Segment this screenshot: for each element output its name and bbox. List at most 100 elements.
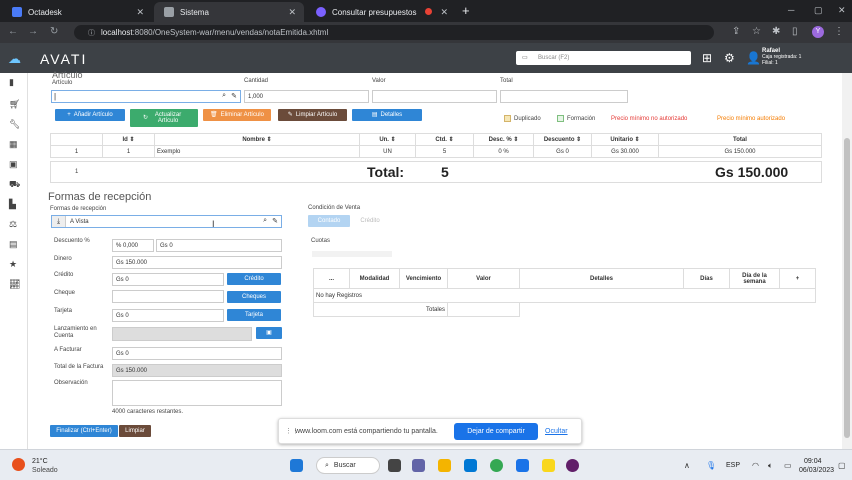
finalizar-button[interactable]: Finalizar (Ctrl+Enter) xyxy=(50,425,118,437)
grid-add-icon[interactable]: ⊞ xyxy=(702,51,712,65)
wifi-icon[interactable]: ◠ xyxy=(752,461,759,470)
clock-date[interactable]: 06/03/2023 xyxy=(799,467,834,474)
sidebar-cubes-icon[interactable]: ▦ xyxy=(9,139,18,150)
slack-icon[interactable] xyxy=(566,459,579,472)
cantidad-input[interactable]: 1,000 xyxy=(244,90,369,103)
limpiar-articulo-button[interactable]: ✎ Limpiar Artículo xyxy=(278,109,347,121)
tarjeta-button[interactable]: Tarjeta xyxy=(227,309,281,321)
minimize-icon[interactable]: ─ xyxy=(788,5,794,15)
edit-icon[interactable]: ✎ xyxy=(272,217,278,225)
edit-icon[interactable]: ✎ xyxy=(231,92,237,100)
sidebar-balance-icon[interactable]: ⚖ xyxy=(9,219,17,230)
page-scrollbar[interactable] xyxy=(842,73,852,449)
volume-icon[interactable]: 🔈︎ xyxy=(768,461,773,471)
sticky-notes-icon[interactable] xyxy=(542,459,555,472)
descuento-gs-input[interactable]: Gs 0 xyxy=(156,239,282,252)
tray-chevron-icon[interactable]: ∧ xyxy=(684,461,690,470)
language-indicator[interactable]: ESP xyxy=(726,462,740,469)
table-header[interactable]: Nombre ⇕ xyxy=(154,133,360,146)
search-icon[interactable]: ⌕ xyxy=(263,217,267,225)
sidebar-industry-icon[interactable]: ▙ xyxy=(9,199,16,210)
forward-icon[interactable]: → xyxy=(28,26,38,37)
table-header[interactable]: Desc. % ⇕ xyxy=(473,133,534,146)
formacion-checkbox[interactable] xyxy=(557,115,564,122)
contado-button[interactable]: Contado xyxy=(308,215,350,227)
table-header[interactable]: Ctd. ⇕ xyxy=(415,133,474,146)
total-input[interactable] xyxy=(500,90,628,103)
table-header[interactable]: Id ⇕ xyxy=(102,133,155,146)
tarjeta-input[interactable]: Gs 0 xyxy=(112,309,224,322)
store-icon[interactable] xyxy=(464,459,477,472)
sidebar-cart-icon[interactable]: 🛒︎ xyxy=(9,99,20,110)
search-icon[interactable]: ⌕ xyxy=(222,92,226,100)
cheques-button[interactable]: Cheques xyxy=(227,291,281,303)
notifications-icon[interactable]: ▢ xyxy=(838,461,846,470)
back-icon[interactable]: ← xyxy=(8,26,18,37)
valor-input[interactable] xyxy=(372,90,497,103)
teams-icon[interactable] xyxy=(412,459,425,472)
credito-input[interactable]: Gs 0 xyxy=(112,273,224,286)
hide-share-link[interactable]: Ocultar xyxy=(545,428,568,435)
sidebar-calculator-icon[interactable]: ▤ xyxy=(9,239,18,250)
new-tab-icon[interactable]: + xyxy=(462,3,470,18)
cheque-input[interactable] xyxy=(112,290,224,303)
battery-icon[interactable]: ▭ xyxy=(784,461,792,470)
table-header[interactable]: Unitario ⇕ xyxy=(591,133,659,146)
add-cuota-header[interactable]: + xyxy=(779,268,816,289)
close-window-icon[interactable]: ✕ xyxy=(838,5,846,16)
profile-avatar-icon[interactable]: Y xyxy=(812,26,824,38)
download-icon[interactable]: ⤓ xyxy=(52,216,66,227)
table-header[interactable]: Un. ⇕ xyxy=(359,133,416,146)
global-search-input[interactable]: ▭ Buscar (F2) xyxy=(516,51,691,65)
articulo-input[interactable]: | ⌕ ✎ xyxy=(51,90,241,103)
credito-venta-button[interactable]: Crédito xyxy=(352,215,388,227)
table-header[interactable]: Descuento ⇕ xyxy=(533,133,592,146)
chrome-icon[interactable] xyxy=(490,459,503,472)
close-tab-icon[interactable]: ✕ xyxy=(288,7,296,18)
close-tab-icon[interactable]: ✕ xyxy=(440,7,448,18)
menu-dots-icon[interactable]: ⋮ xyxy=(834,26,844,37)
bookmark-star-icon[interactable]: ☆ xyxy=(752,26,761,37)
forma-recepcion-input[interactable]: ⤓ A Vista ⌕ ✎ xyxy=(51,215,282,228)
dinero-input[interactable]: Gs 150.000 xyxy=(112,256,282,269)
anadir-articulo-button[interactable]: + Añadir Artículo xyxy=(55,109,125,121)
sidebar-chart-icon[interactable]: 📈︎ xyxy=(9,279,20,290)
maximize-icon[interactable]: ▢ xyxy=(814,5,823,16)
sidebar-wrench-icon[interactable]: 🔧︎ xyxy=(9,119,20,130)
url-bar[interactable]: ⓘ localhost:8080/OneSystem-war/menu/vend… xyxy=(74,25,714,40)
reload-icon[interactable]: ↻ xyxy=(50,26,58,37)
microphone-icon[interactable]: 🎙︎ xyxy=(706,461,716,470)
windows-start-icon[interactable] xyxy=(290,459,303,472)
credito-button[interactable]: Crédito xyxy=(227,273,281,285)
taskbar-search[interactable]: ⌕ Buscar xyxy=(316,457,380,474)
tab-octadesk[interactable]: Octadesk ✕ xyxy=(2,2,152,22)
share-icon[interactable]: ⇪ xyxy=(732,26,740,37)
scrollbar-thumb[interactable] xyxy=(844,138,850,438)
tab-sistema[interactable]: Sistema ✕ xyxy=(154,2,304,22)
task-view-icon[interactable] xyxy=(388,459,401,472)
descuento-pct-input[interactable]: % 0,000 xyxy=(112,239,154,252)
sidepanel-icon[interactable]: ▯ xyxy=(792,26,798,37)
extensions-icon[interactable]: ✱ xyxy=(772,26,780,37)
tab-consultar-presupuestos[interactable]: Consultar presupuestos ✕ xyxy=(306,2,456,22)
sidebar-money-icon[interactable]: ▣ xyxy=(9,159,18,170)
observacion-textarea[interactable] xyxy=(112,380,282,406)
clock-time[interactable]: 09:04 xyxy=(804,458,822,465)
gear-icon[interactable]: ⚙ xyxy=(724,51,735,65)
file-explorer-icon[interactable] xyxy=(438,459,451,472)
eliminar-articulo-button[interactable]: 🗑︎ Eliminar Artículo xyxy=(203,109,271,121)
actualizar-articulo-button[interactable]: ↻ Actualizar Artículo xyxy=(130,109,198,127)
table-row[interactable]: 1 1 Exemplo UN 5 0 % Gs 0 Gs 30.000 Gs 1… xyxy=(50,145,822,158)
app-blue-icon[interactable] xyxy=(516,459,529,472)
user-icon[interactable]: 👤 xyxy=(746,51,761,65)
sidebar-truck-icon[interactable]: ⛟ xyxy=(9,179,20,191)
afacturar-input[interactable]: Gs 0 xyxy=(112,347,282,360)
lanzamiento-button[interactable]: ▣ xyxy=(256,327,282,339)
limpiar-button[interactable]: Limpiar xyxy=(119,425,151,437)
sidebar-book-icon[interactable]: ▮ xyxy=(9,77,14,88)
detalles-button[interactable]: ▤ Detalles xyxy=(352,109,422,121)
stop-sharing-button[interactable]: Dejar de compartir xyxy=(454,423,538,440)
duplicado-checkbox[interactable] xyxy=(504,115,511,122)
close-tab-icon[interactable]: ✕ xyxy=(136,7,144,18)
sidebar-star-icon[interactable]: ★ xyxy=(9,259,17,270)
